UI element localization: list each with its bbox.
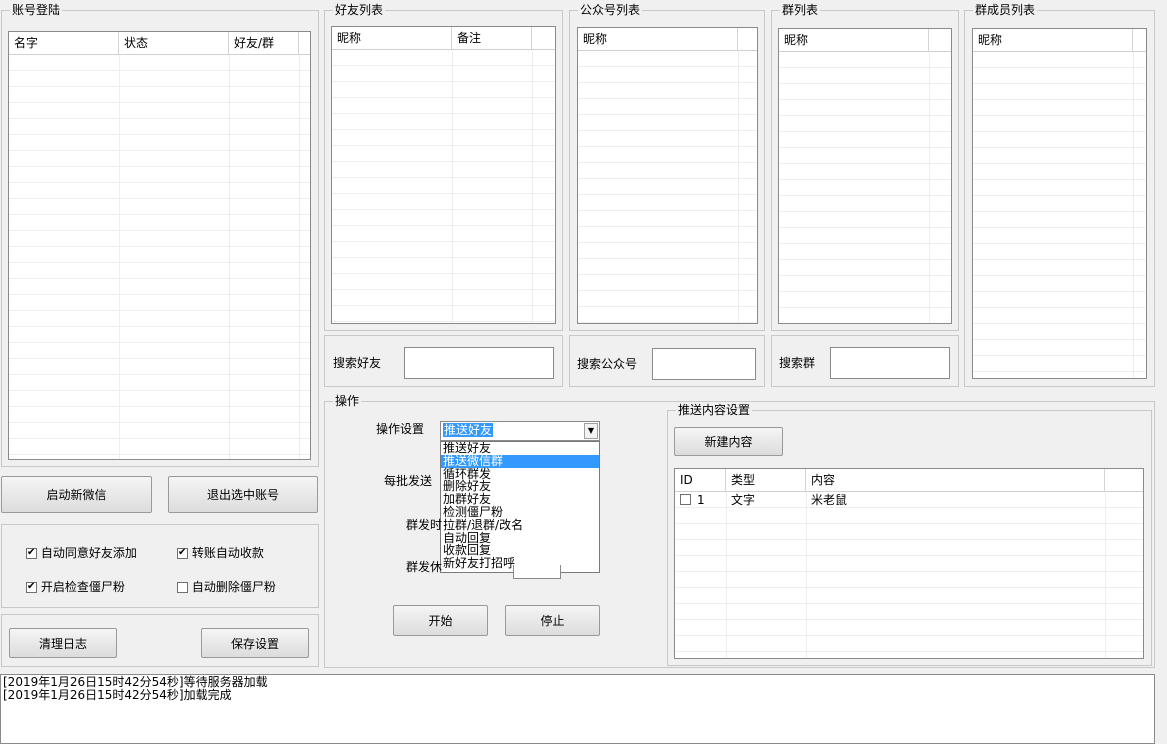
- auto-accept-friend-label: 自动同意好友添加: [40, 546, 137, 560]
- check-zombie-label: 开启检查僵尸粉: [40, 580, 125, 594]
- group-send-rest-input[interactable]: [513, 565, 561, 579]
- column-header-name[interactable]: 名字: [9, 32, 119, 54]
- column-header-friends-groups[interactable]: 好友/群: [229, 32, 299, 54]
- search-public-input[interactable]: [652, 348, 756, 380]
- groups-list-header: 昵称: [779, 29, 951, 52]
- start-new-wechat-button[interactable]: 启动新微信: [1, 476, 152, 513]
- push-content-table-body: [675, 492, 1143, 658]
- chevron-down-icon[interactable]: ▼: [584, 423, 598, 439]
- column-header-status[interactable]: 状态: [119, 32, 229, 54]
- column-header-nickname[interactable]: 昵称: [973, 29, 1133, 51]
- table-row[interactable]: 1 文字 米老鼠: [675, 492, 1105, 508]
- groups-list[interactable]: 昵称: [778, 28, 952, 324]
- push-content-table-header: ID 类型 内容: [675, 469, 1143, 492]
- groups-list-body: [779, 52, 951, 323]
- start-button[interactable]: 开始: [393, 605, 488, 636]
- account-group-title: 账号登陆: [10, 3, 63, 17]
- column-header-nickname[interactable]: 昵称: [332, 27, 452, 49]
- friends-list-body: [332, 50, 555, 323]
- column-header-type[interactable]: 类型: [726, 469, 806, 491]
- log-line: [2019年1月26日15时42分54秒]加载完成: [3, 688, 232, 702]
- dropdown-option[interactable]: 拉群/退群/改名: [441, 518, 599, 532]
- push-content-table[interactable]: ID 类型 内容 1 文字 米老鼠: [674, 468, 1144, 659]
- friends-list-header: 昵称 备注: [332, 27, 555, 50]
- checkbox-checked-icon[interactable]: [26, 579, 37, 595]
- public-accounts-list-header: 昵称: [578, 28, 757, 51]
- dropdown-option[interactable]: 检测僵尸粉: [441, 506, 599, 519]
- group-members-list[interactable]: 昵称: [972, 28, 1147, 379]
- dropdown-option[interactable]: 推送微信群: [441, 454, 599, 468]
- operation-setting-select[interactable]: 推送好友 ▼: [440, 421, 600, 441]
- auto-accept-friend-checkbox[interactable]: 自动同意好友添加: [26, 545, 137, 561]
- operation-setting-label: 操作设置: [376, 422, 425, 436]
- search-friends-label: 搜索好友: [333, 356, 382, 370]
- row-content: 米老鼠: [811, 493, 848, 507]
- group-members-list-header: 昵称: [973, 29, 1146, 52]
- logout-selected-account-button[interactable]: 退出选中账号: [168, 476, 318, 513]
- search-public-label: 搜索公众号: [577, 357, 638, 371]
- auto-delete-zombie-label: 自动删除僵尸粉: [191, 580, 276, 594]
- friends-group-title: 好友列表: [333, 3, 386, 17]
- check-zombie-checkbox[interactable]: 开启检查僵尸粉: [26, 579, 125, 595]
- operation-selected-value: 推送好友: [443, 423, 494, 437]
- column-header-id[interactable]: ID: [675, 469, 726, 491]
- dropdown-option[interactable]: 推送好友: [441, 442, 599, 455]
- account-list-body: [9, 55, 310, 459]
- log-textarea[interactable]: [2019年1月26日15时42分54秒]等待服务器加载 [2019年1月26日…: [0, 674, 1155, 744]
- row-id: 1: [697, 493, 705, 507]
- column-header-remark[interactable]: 备注: [452, 27, 532, 49]
- auto-delete-zombie-checkbox[interactable]: 自动删除僵尸粉: [177, 579, 276, 595]
- group-send-time-label: 群发时: [406, 518, 443, 532]
- new-content-button[interactable]: 新建内容: [674, 427, 783, 456]
- column-header-nickname[interactable]: 昵称: [578, 28, 738, 50]
- column-header-nickname[interactable]: 昵称: [779, 29, 929, 51]
- account-list[interactable]: 名字 状态 好友/群: [8, 31, 311, 460]
- stop-button[interactable]: 停止: [505, 605, 600, 636]
- options-group: [1, 524, 319, 608]
- operation-group-title: 操作: [333, 394, 362, 408]
- search-groups-label: 搜索群: [779, 356, 816, 370]
- checkbox-unchecked-icon[interactable]: [177, 582, 188, 593]
- account-list-header: 名字 状态 好友/群: [9, 32, 310, 55]
- groups-group-title: 群列表: [780, 3, 821, 17]
- group-send-rest-label: 群发休: [406, 560, 443, 574]
- push-content-group-title: 推送内容设置: [676, 403, 753, 417]
- column-header-content[interactable]: 内容: [806, 469, 1105, 491]
- row-type: 文字: [731, 493, 756, 507]
- auto-collect-transfer-label: 转账自动收款: [191, 546, 264, 560]
- public-accounts-group-title: 公众号列表: [578, 3, 643, 17]
- auto-collect-transfer-checkbox[interactable]: 转账自动收款: [177, 545, 264, 561]
- search-friends-input[interactable]: [404, 347, 554, 379]
- search-groups-input[interactable]: [830, 347, 950, 379]
- checkbox-checked-icon[interactable]: [26, 545, 37, 561]
- public-accounts-list[interactable]: 昵称: [577, 27, 758, 324]
- group-members-group-title: 群成员列表: [973, 3, 1038, 17]
- operation-dropdown-list[interactable]: 推送好友 推送微信群 循环群发 删除好友 加群好友 检测僵尸粉 拉群/退群/改名 自动回复 收款…: [440, 441, 600, 573]
- group-members-list-body: [973, 52, 1146, 378]
- clear-log-button[interactable]: 清理日志: [9, 628, 117, 658]
- batch-send-label: 每批发送: [384, 474, 433, 488]
- friends-list[interactable]: 昵称 备注: [331, 26, 556, 324]
- public-accounts-list-body: [578, 51, 757, 323]
- save-settings-button[interactable]: 保存设置: [201, 628, 309, 658]
- row-checkbox[interactable]: [680, 494, 691, 505]
- checkbox-checked-icon[interactable]: [177, 545, 188, 561]
